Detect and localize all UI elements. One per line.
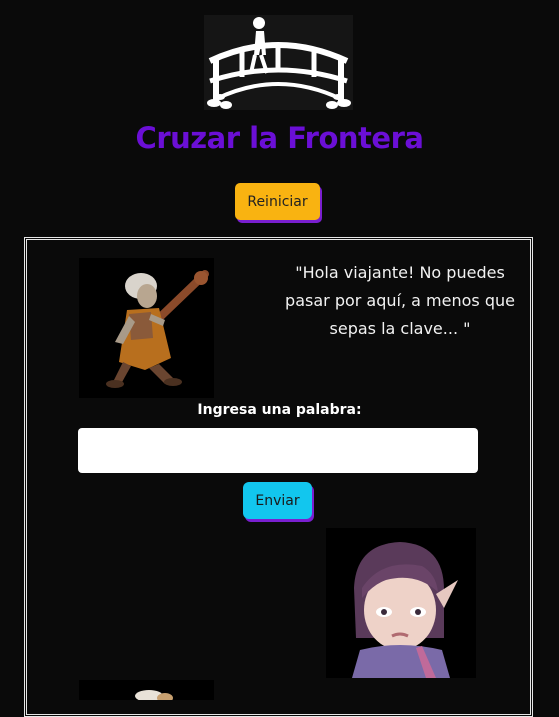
word-input[interactable] [78,428,478,473]
input-label: Ingresa una palabra: [197,402,362,418]
third-character-image [79,680,214,700]
send-button[interactable]: Enviar [243,482,312,519]
page-title: Cruzar la Frontera [135,121,424,155]
dialogue-quote: "Hola viajante! No puedes pasar por aquí… [285,263,515,338]
bridge-crossing-icon [204,15,353,110]
witch-character-image [79,258,214,398]
elf-character-image [326,528,476,678]
reset-button[interactable]: Reiniciar [235,183,320,220]
